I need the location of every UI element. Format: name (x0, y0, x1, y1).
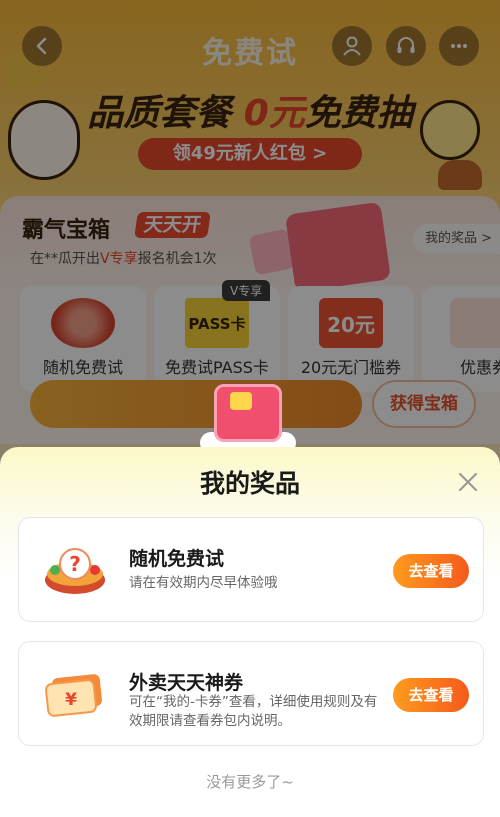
close-icon (458, 472, 478, 492)
sheet-title: 我的奖品 (199, 469, 300, 498)
view-button[interactable]: 去查看 (393, 678, 469, 712)
prize-description: 请在有效期内尽早体验哦 (129, 575, 278, 591)
mystery-bowl-icon: ? (43, 540, 107, 600)
list-end-text: 没有更多了~ (206, 773, 294, 791)
prize-item-random: ? 随机免费试 请在有效期内尽早体验哦 去查看 (18, 517, 484, 622)
prize-name: 随机免费试 (129, 548, 225, 570)
svg-text:¥: ¥ (65, 690, 77, 710)
treasure-box-lid (230, 392, 252, 410)
close-button[interactable] (456, 470, 480, 494)
treasure-box-mascot (200, 378, 296, 458)
prize-name: 外卖天天神券 (129, 672, 244, 694)
prize-item-coupon: ¥ 外卖天天神券 可在“我的-卡券”查看，详细使用规则及有效期限请查看券包内说明… (18, 641, 484, 746)
svg-text:?: ? (69, 552, 81, 576)
yuan-coupon-icon: ¥ (43, 664, 107, 724)
prize-description: 可在“我的-卡券”查看，详细使用规则及有效期限请查看券包内说明。 (129, 694, 378, 729)
view-button[interactable]: 去查看 (393, 554, 469, 588)
my-prizes-sheet: 我的奖品 ? 随机免费试 请在有效期内尽早体验哦 去查看 ¥ 外卖天天神券 可在… (0, 447, 500, 817)
